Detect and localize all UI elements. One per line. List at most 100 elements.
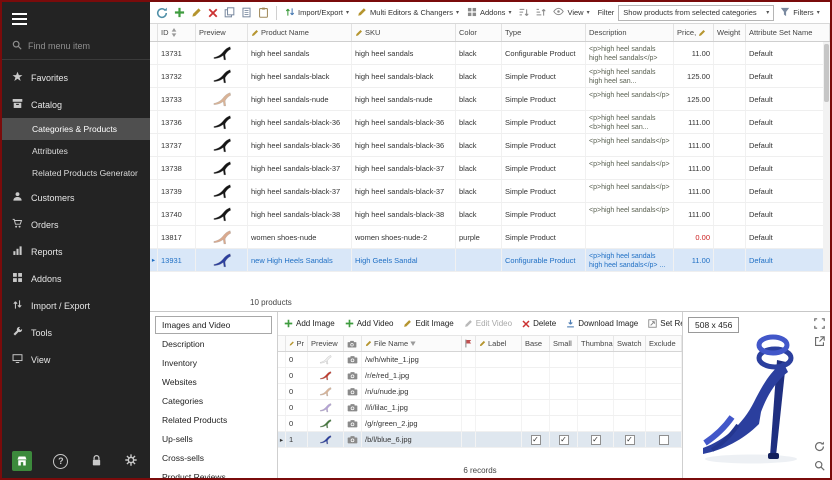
cell-camera[interactable] bbox=[344, 352, 362, 367]
filters-menu[interactable]: Filters▾ bbox=[778, 6, 821, 20]
cell-thumbnail-checkbox[interactable] bbox=[578, 352, 614, 367]
view-menu[interactable]: View▾ bbox=[551, 6, 591, 19]
thumbnail-checkbox[interactable]: ✓ bbox=[591, 435, 601, 445]
table-row[interactable]: 13739 high heel sandals-black-37 high he… bbox=[150, 180, 830, 203]
column-header-attribute-set[interactable]: Attribute Set Name bbox=[746, 24, 830, 41]
sidebar-search-input[interactable]: Find menu item bbox=[2, 34, 150, 60]
cell-swatch-checkbox[interactable]: ✓ bbox=[614, 432, 646, 447]
exclude-checkbox[interactable] bbox=[659, 435, 669, 445]
image-row[interactable]: 0 /r/e/red_1.jpg bbox=[278, 368, 682, 384]
delete-button[interactable] bbox=[207, 7, 219, 19]
cell-small-checkbox[interactable] bbox=[550, 400, 578, 415]
cell-exclude-checkbox[interactable] bbox=[646, 352, 682, 367]
image-row[interactable]: 0 /w/h/white_1.jpg bbox=[278, 352, 682, 368]
table-row[interactable]: ▸ 13931 new High Heels Sandals High Geel… bbox=[150, 249, 830, 272]
column-header-small[interactable]: Small bbox=[550, 336, 578, 351]
cell-thumbnail-checkbox[interactable] bbox=[578, 368, 614, 383]
sidebar-item-customers[interactable]: Customers bbox=[2, 184, 150, 211]
tab-cross-sells[interactable]: Cross-sells bbox=[155, 449, 272, 467]
cell-exclude-checkbox[interactable] bbox=[646, 416, 682, 431]
duplicate-button[interactable] bbox=[240, 6, 253, 19]
tab-images-and-video[interactable]: Images and Video bbox=[155, 316, 272, 334]
tab-up-sells[interactable]: Up-sells bbox=[155, 430, 272, 448]
column-header-label[interactable]: Label bbox=[476, 336, 522, 351]
cell-thumbnail-checkbox[interactable] bbox=[578, 384, 614, 399]
column-header-product-name[interactable]: Product Name bbox=[248, 24, 352, 41]
table-row[interactable]: 13736 high heel sandals-black-36 high he… bbox=[150, 111, 830, 134]
add-button[interactable] bbox=[173, 6, 186, 19]
table-row[interactable]: 13738 high heel sandals-black-37 high he… bbox=[150, 157, 830, 180]
edit-video-button[interactable]: Edit Video bbox=[464, 319, 512, 328]
cell-camera[interactable] bbox=[344, 384, 362, 399]
swatch-checkbox[interactable]: ✓ bbox=[625, 435, 635, 445]
image-row[interactable]: 0 /n/u/nude.jpg bbox=[278, 384, 682, 400]
refresh-button[interactable] bbox=[155, 6, 169, 20]
fullscreen-icon[interactable] bbox=[814, 318, 825, 331]
cell-exclude-checkbox[interactable] bbox=[646, 368, 682, 383]
tab-websites[interactable]: Websites bbox=[155, 373, 272, 391]
column-header-price[interactable]: Price, bbox=[674, 24, 714, 41]
sidebar-item-view[interactable]: View bbox=[2, 346, 150, 373]
cell-small-checkbox[interactable] bbox=[550, 384, 578, 399]
table-row[interactable]: 13740 high heel sandals-black-38 high he… bbox=[150, 203, 830, 226]
base-checkbox[interactable]: ✓ bbox=[531, 435, 541, 445]
column-header-flag[interactable] bbox=[462, 336, 476, 351]
tab-categories[interactable]: Categories bbox=[155, 392, 272, 410]
column-header-color[interactable]: Color bbox=[456, 24, 502, 41]
sidebar-item-categories-products[interactable]: Categories & Products bbox=[2, 118, 150, 140]
cell-exclude-checkbox[interactable] bbox=[646, 400, 682, 415]
sidebar-item-tools[interactable]: Tools bbox=[2, 319, 150, 346]
table-row[interactable]: 13733 high heel sandals-nude high heel s… bbox=[150, 88, 830, 111]
cell-small-checkbox[interactable] bbox=[550, 352, 578, 367]
sidebar-item-related-products-generator[interactable]: Related Products Generator bbox=[2, 162, 150, 184]
column-header-preview[interactable]: Preview bbox=[308, 336, 344, 351]
column-header-swatch[interactable]: Swatch bbox=[614, 336, 646, 351]
multi-editors-menu[interactable]: Multi Editors & Changers▾ bbox=[355, 6, 461, 20]
column-header-preview[interactable]: Preview bbox=[196, 24, 248, 41]
cell-swatch-checkbox[interactable] bbox=[614, 416, 646, 431]
vertical-scrollbar[interactable] bbox=[823, 42, 830, 272]
image-row[interactable]: 0 /g/r/green_2.jpg bbox=[278, 416, 682, 432]
sidebar-item-reports[interactable]: Reports bbox=[2, 238, 150, 265]
gear-icon[interactable] bbox=[124, 453, 138, 469]
column-header-weight[interactable]: Weight bbox=[714, 24, 746, 41]
column-header-base[interactable]: Base bbox=[522, 336, 550, 351]
cell-camera[interactable] bbox=[344, 400, 362, 415]
table-row[interactable]: 13731 high heel sandals high heel sandal… bbox=[150, 42, 830, 65]
column-header-position[interactable]: Pr bbox=[286, 336, 308, 351]
set-resize-rule-button[interactable]: Set Resize Rule bbox=[648, 319, 682, 328]
column-header-type[interactable]: Type bbox=[502, 24, 586, 41]
rotate-icon[interactable] bbox=[814, 441, 825, 454]
column-header-thumbnail[interactable]: Thumbna bbox=[578, 336, 614, 351]
table-row[interactable]: 13732 high heel sandals-black high heel … bbox=[150, 65, 830, 88]
sidebar-item-attributes[interactable]: Attributes bbox=[2, 140, 150, 162]
cell-thumbnail-checkbox[interactable] bbox=[578, 416, 614, 431]
tab-description[interactable]: Description bbox=[155, 335, 272, 353]
sidebar-item-catalog[interactable]: Catalog bbox=[2, 91, 150, 118]
column-header-id[interactable]: ID bbox=[158, 24, 196, 41]
cell-swatch-checkbox[interactable] bbox=[614, 352, 646, 367]
cell-small-checkbox[interactable]: ✓ bbox=[550, 432, 578, 447]
cell-camera[interactable] bbox=[344, 416, 362, 431]
external-link-icon[interactable] bbox=[814, 336, 825, 349]
zoom-icon[interactable] bbox=[814, 460, 825, 473]
download-image-button[interactable]: Download Image bbox=[566, 319, 638, 328]
category-filter-select[interactable]: Show products from selected categories ▾ bbox=[618, 5, 774, 21]
cell-base-checkbox[interactable] bbox=[522, 384, 550, 399]
edit-image-button[interactable]: Edit Image bbox=[403, 319, 453, 328]
tab-related-products[interactable]: Related Products bbox=[155, 411, 272, 429]
cell-base-checkbox[interactable] bbox=[522, 416, 550, 431]
column-header-exclude[interactable]: Exclude bbox=[646, 336, 682, 351]
cell-camera[interactable] bbox=[344, 368, 362, 383]
cell-exclude-checkbox[interactable] bbox=[646, 432, 682, 447]
sidebar-item-import-export[interactable]: Import / Export bbox=[2, 292, 150, 319]
cell-swatch-checkbox[interactable] bbox=[614, 400, 646, 415]
sort-desc-button[interactable] bbox=[534, 6, 547, 19]
sidebar-item-addons[interactable]: Addons bbox=[2, 265, 150, 292]
column-header-file-name[interactable]: File Name bbox=[362, 336, 462, 351]
column-header-description[interactable]: Description bbox=[586, 24, 674, 41]
table-row[interactable]: 13817 women shoes-nude women shoes-nude-… bbox=[150, 226, 830, 249]
table-row[interactable]: 13737 high heel sandals-black-36 high he… bbox=[150, 134, 830, 157]
copy-button[interactable] bbox=[223, 6, 236, 19]
cell-swatch-checkbox[interactable] bbox=[614, 368, 646, 383]
